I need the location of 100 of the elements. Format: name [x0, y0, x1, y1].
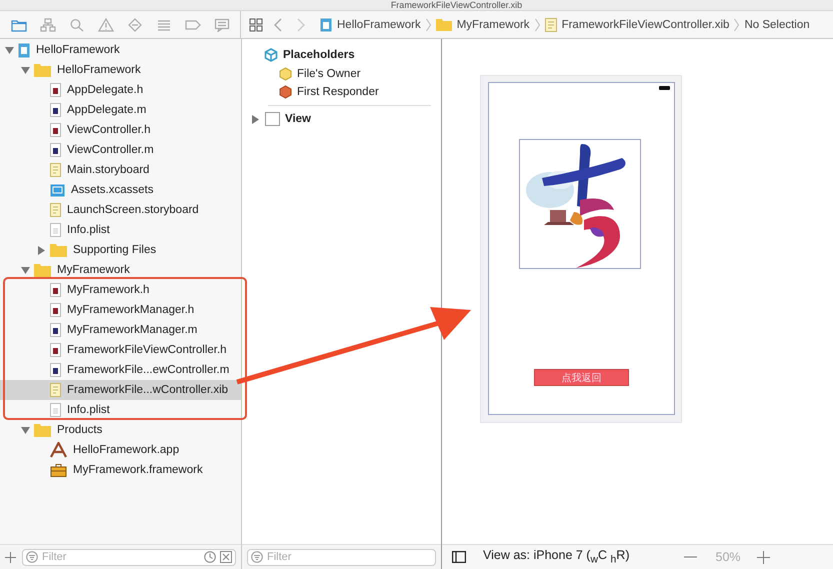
file-row[interactable]: ViewController.h [0, 120, 241, 140]
view-icon [265, 112, 280, 126]
breadcrumb-item[interactable]: HelloFramework [337, 18, 421, 30]
file-name: ViewController.h [67, 124, 151, 136]
document-icon [544, 18, 557, 32]
file-name: AppDelegate.h [67, 84, 144, 96]
file-row[interactable]: Products [0, 420, 241, 440]
expanded-triangle-icon[interactable] [20, 266, 30, 274]
breadcrumb-item[interactable]: FrameworkFileViewController.xib [562, 18, 730, 30]
plist-file-icon [50, 223, 61, 237]
file-row[interactable]: MyFrameworkManager.h [0, 300, 241, 320]
file-name: MyFrameworkManager.h [67, 304, 194, 316]
file-name: MyFrameworkManager.m [67, 324, 198, 336]
battery-icon [659, 86, 670, 90]
sidebar-toggle-icon[interactable] [452, 551, 466, 563]
source-file-icon [50, 303, 61, 317]
file-row[interactable]: FrameworkFileViewController.h [0, 340, 241, 360]
file-row[interactable]: MyFramework.h [0, 280, 241, 300]
filter-field[interactable]: Filter [22, 548, 236, 566]
file-name: HelloFramework [36, 44, 120, 56]
file-row[interactable]: FrameworkFile...ewController.m [0, 360, 241, 380]
file-row[interactable]: MyFramework.framework [0, 460, 241, 480]
file-row[interactable]: HelloFramework [0, 40, 241, 60]
file-row[interactable]: Info.plist [0, 220, 241, 240]
expanded-triangle-icon[interactable] [4, 46, 14, 54]
file-row[interactable]: ViewController.m [0, 140, 241, 160]
clock-icon[interactable] [204, 551, 216, 563]
filter-icon [251, 551, 263, 563]
file-row[interactable]: LaunchScreen.storyboard [0, 200, 241, 220]
placeholder-item[interactable]: First Responder [252, 83, 431, 101]
source-file-icon [50, 83, 61, 97]
placeholder-item[interactable]: File's Owner [252, 65, 431, 83]
filter-icon [26, 551, 38, 563]
file-row[interactable]: Assets.xcassets [0, 180, 241, 200]
toolbox-icon [50, 463, 67, 477]
zoom-level: 50% [716, 550, 741, 564]
asset-catalog-icon [50, 184, 65, 196]
folder-icon [34, 263, 51, 277]
file-row[interactable]: MyFrameworkManager.m [0, 320, 241, 340]
folder-icon [34, 423, 51, 437]
file-row[interactable]: AppDelegate.m [0, 100, 241, 120]
interface-file-icon [50, 203, 61, 217]
file-row[interactable]: AppDelegate.h [0, 80, 241, 100]
file-name: FrameworkFileViewController.h [67, 344, 227, 356]
breadcrumb-item[interactable]: MyFramework [456, 18, 530, 30]
file-name: Products [57, 424, 102, 436]
file-name: FrameworkFile...wController.xib [67, 384, 228, 396]
scope-icon[interactable] [220, 551, 232, 563]
source-file-icon [50, 103, 61, 117]
source-file-icon [50, 343, 61, 357]
file-name: Supporting Files [73, 244, 156, 256]
project-icon [320, 18, 332, 32]
file-name: HelloFramework [57, 64, 141, 76]
source-file-icon [50, 283, 61, 297]
file-row[interactable]: FrameworkFile...wController.xib [0, 380, 241, 400]
app-icon [50, 442, 67, 458]
warning-tab[interactable] [96, 16, 116, 34]
file-name: MyFramework [57, 264, 130, 276]
file-name: Info.plist [67, 404, 110, 416]
interface-file-icon [50, 383, 61, 397]
hierarchy-tab[interactable] [38, 16, 58, 34]
file-row[interactable]: HelloFramework [0, 60, 241, 80]
expanded-triangle-icon[interactable] [20, 426, 30, 434]
file-name: HelloFramework.app [73, 444, 180, 456]
project-icon [18, 42, 30, 58]
source-file-icon [50, 123, 61, 137]
file-row[interactable]: Main.storyboard [0, 160, 241, 180]
collapsed-triangle-icon[interactable] [252, 114, 260, 124]
source-file-icon [50, 363, 61, 377]
file-name: Assets.xcassets [71, 184, 154, 196]
section-title: Placeholders [283, 49, 355, 61]
plist-file-icon [50, 403, 61, 417]
file-row[interactable]: HelloFramework.app [0, 440, 241, 460]
view-as-label[interactable]: View as: iPhone 7 ($_{w}$C $_{h}$R) [483, 548, 630, 566]
file-name: FrameworkFile...ewController.m [67, 364, 230, 376]
add-icon[interactable] [5, 552, 16, 562]
grid-icon[interactable] [249, 18, 263, 32]
file-name: ViewController.m [67, 144, 154, 156]
source-file-icon [50, 323, 61, 337]
breadcrumb-item[interactable]: No Selection [744, 18, 810, 30]
zoom-in-icon[interactable] [756, 550, 770, 564]
file-name: LaunchScreen.storyboard [67, 204, 199, 216]
folder-icon [436, 18, 452, 31]
back-icon[interactable] [274, 18, 282, 32]
separator-icon [534, 18, 540, 32]
file-row[interactable]: Info.plist [0, 400, 241, 420]
file-row[interactable]: MyFramework [0, 260, 241, 280]
file-row[interactable]: Supporting Files [0, 240, 241, 260]
file-name: AppDelegate.m [67, 104, 146, 116]
file-name: MyFramework.h [67, 284, 150, 296]
view-row[interactable]: View [252, 110, 431, 128]
filter-field[interactable]: Filter [247, 548, 436, 566]
file-name: MyFramework.framework [73, 464, 203, 476]
expanded-triangle-icon[interactable] [20, 66, 30, 74]
file-name: Info.plist [67, 224, 110, 236]
source-file-icon [50, 143, 61, 157]
collapsed-triangle-icon[interactable] [36, 246, 46, 254]
separator-icon [426, 18, 431, 32]
folder-icon [50, 243, 67, 257]
folder-icon [34, 63, 51, 77]
